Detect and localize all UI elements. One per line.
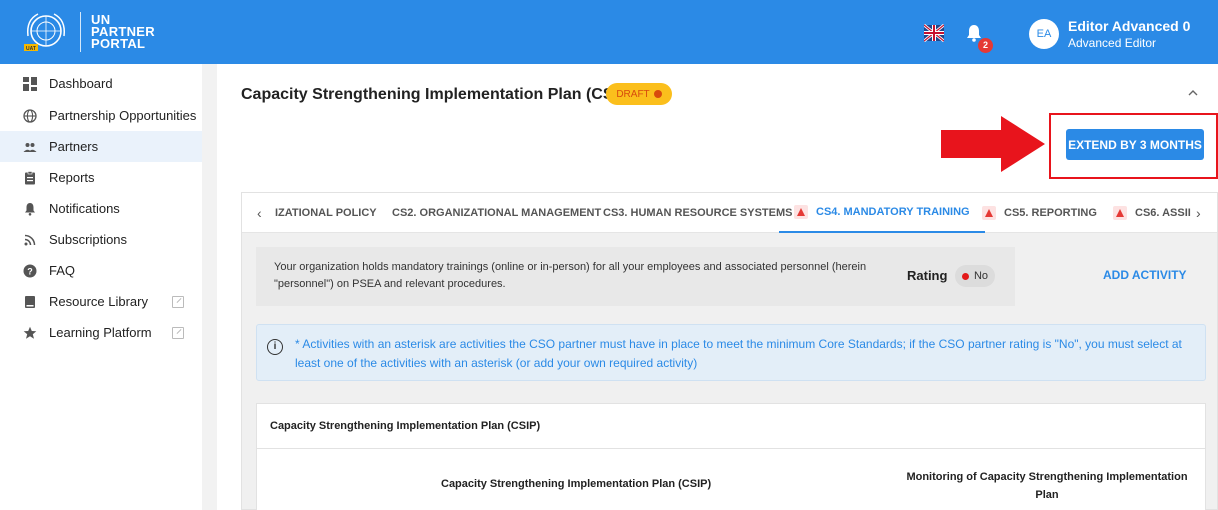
- warning-icon: [982, 206, 996, 220]
- red-arrow-annotation-icon: [941, 116, 1045, 172]
- uk-flag-language-icon[interactable]: [924, 23, 944, 43]
- tab-label: ІZATIONAL POLICY: [275, 207, 377, 219]
- tab-label: CS6. ASSIІ: [1135, 207, 1191, 219]
- chevron-up-icon[interactable]: [1188, 88, 1198, 98]
- csip-card: Capacity Strengthening Implementation Pl…: [217, 64, 1218, 510]
- sidebar-item-partners[interactable]: Partners: [0, 131, 202, 162]
- sidebar-item-resource-library[interactable]: Resource Library: [0, 286, 202, 317]
- sidebar-item-label: Dashboard: [49, 76, 113, 91]
- tab-label: CS5. REPORTING: [1004, 207, 1097, 219]
- tab-cs1-organizational-policy[interactable]: ІZATIONAL POLICY: [275, 193, 377, 233]
- tab-cs4-mandatory-training[interactable]: CS4. MANDATORY TRAINING: [779, 193, 985, 233]
- sidebar-item-notifications[interactable]: Notifications: [0, 193, 202, 224]
- tab-cs2-organizational-management[interactable]: CS2. ORGANIZATIONAL MANAGEMENT: [392, 193, 601, 233]
- warning-icon: [1113, 206, 1127, 220]
- people-icon: [22, 139, 38, 155]
- tab-label: CS2. ORGANIZATIONAL MANAGEMENT: [392, 207, 602, 219]
- dashboard-icon: [22, 76, 38, 92]
- sidebar-item-label: Reports: [49, 170, 95, 185]
- external-link-icon: [172, 326, 184, 339]
- status-badge-label: DRAFT: [616, 88, 650, 100]
- info-alert-text: * Activities with an asterisk are activi…: [295, 337, 1182, 370]
- logo-line-3: PORTAL: [91, 36, 146, 51]
- external-link-icon: [172, 295, 184, 308]
- notification-count-badge: 2: [978, 38, 993, 53]
- un-partner-portal-logo[interactable]: UAT UN PARTNER PORTAL: [22, 10, 155, 54]
- rating-status-dot-icon: [961, 272, 969, 280]
- user-name[interactable]: Editor Advanced 0: [1068, 18, 1190, 34]
- status-badge: DRAFT: [606, 83, 672, 105]
- info-icon: i: [267, 339, 283, 355]
- rating-chip: No: [955, 265, 995, 287]
- clipboard-icon: [22, 170, 38, 186]
- csip-table-card: Capacity Strengthening Implementation Pl…: [256, 403, 1206, 510]
- tab-cs3-human-resource-systems[interactable]: CS3. HUMAN RESOURCE SYSTEMS: [603, 193, 792, 233]
- rating-label: Rating: [907, 268, 948, 283]
- user-avatar[interactable]: EA: [1029, 19, 1059, 49]
- top-app-bar: UAT UN PARTNER PORTAL 2 EA Editor Advanc…: [0, 0, 1218, 64]
- divider: [257, 448, 1205, 449]
- sidebar-item-learning-platform[interactable]: Learning Platform: [0, 317, 202, 348]
- tab-cs5-reporting[interactable]: CS5. REPORTING: [982, 193, 1097, 233]
- star-icon: [22, 325, 38, 341]
- table-column-header-monitoring: Monitoring of Capacity Strengthening Imp…: [906, 471, 1188, 501]
- logo-divider: [80, 12, 81, 52]
- core-standard-box: Your organization holds mandatory traini…: [256, 247, 1015, 306]
- tab-cs6-assistance[interactable]: CS6. ASSIІ: [1113, 193, 1191, 233]
- tabs-scroll-right-icon[interactable]: ›: [1196, 205, 1201, 221]
- help-icon: ?: [22, 263, 38, 279]
- globe-icon: [22, 108, 38, 124]
- sidebar-item-label: FAQ: [49, 263, 76, 278]
- sidebar-item-subscriptions[interactable]: Subscriptions: [0, 224, 202, 255]
- sidebar-item-label: Notifications: [49, 201, 120, 216]
- info-dot-icon: [653, 90, 662, 98]
- bell-icon: [22, 201, 38, 217]
- sidebar-nav: Dashboard Partnership Opportunities Part…: [0, 64, 202, 510]
- table-column-header-csip: Capacity Strengthening Implementation Pl…: [441, 478, 712, 490]
- sidebar-item-label: Subscriptions: [49, 232, 128, 247]
- sidebar-item-partnership-opportunities[interactable]: Partnership Opportunities: [0, 100, 202, 131]
- svg-text:?: ?: [27, 266, 33, 276]
- sidebar-item-label: Resource Library: [49, 294, 148, 309]
- sidebar-item-dashboard[interactable]: Dashboard: [0, 68, 202, 99]
- add-activity-button[interactable]: ADD ACTIVITY: [1103, 268, 1187, 282]
- sidebar-item-label: Learning Platform: [49, 325, 152, 340]
- sidebar-item-reports[interactable]: Reports: [0, 162, 202, 193]
- book-icon: [22, 294, 38, 310]
- sidebar-item-label: Partners: [49, 139, 99, 154]
- sidebar-item-label: Partnership Opportunities: [49, 108, 197, 123]
- core-standard-text: Your organization holds mandatory traini…: [274, 261, 867, 290]
- core-standards-tabs: ‹ ІZATIONAL POLICY CS2. ORGANIZATIONAL M…: [242, 193, 1217, 233]
- rating-value: No: [973, 270, 989, 282]
- rss-icon: [22, 232, 38, 248]
- extend-by-3-months-button[interactable]: EXTEND BY 3 MONTHS: [1066, 129, 1204, 160]
- user-role: Advanced Editor: [1068, 36, 1157, 50]
- logo-text: UN PARTNER PORTAL: [91, 13, 155, 51]
- tab-label: CS3. HUMAN RESOURCE SYSTEMS: [603, 207, 793, 219]
- tabs-scroll-left-icon[interactable]: ‹: [257, 205, 262, 221]
- svg-text:UAT: UAT: [26, 46, 36, 52]
- csip-standards-panel: ‹ ІZATIONAL POLICY CS2. ORGANIZATIONAL M…: [241, 192, 1218, 510]
- csip-table-title: Capacity Strengthening Implementation Pl…: [270, 420, 541, 432]
- warning-icon: [794, 205, 808, 219]
- tab-label: CS4. MANDATORY TRAINING: [816, 206, 970, 218]
- sidebar-item-faq[interactable]: ? FAQ: [0, 255, 202, 286]
- info-alert: i * Activities with an asterisk are acti…: [256, 324, 1206, 381]
- un-emblem-icon: UAT: [22, 10, 70, 54]
- page-title: Capacity Strengthening Implementation Pl…: [241, 86, 634, 103]
